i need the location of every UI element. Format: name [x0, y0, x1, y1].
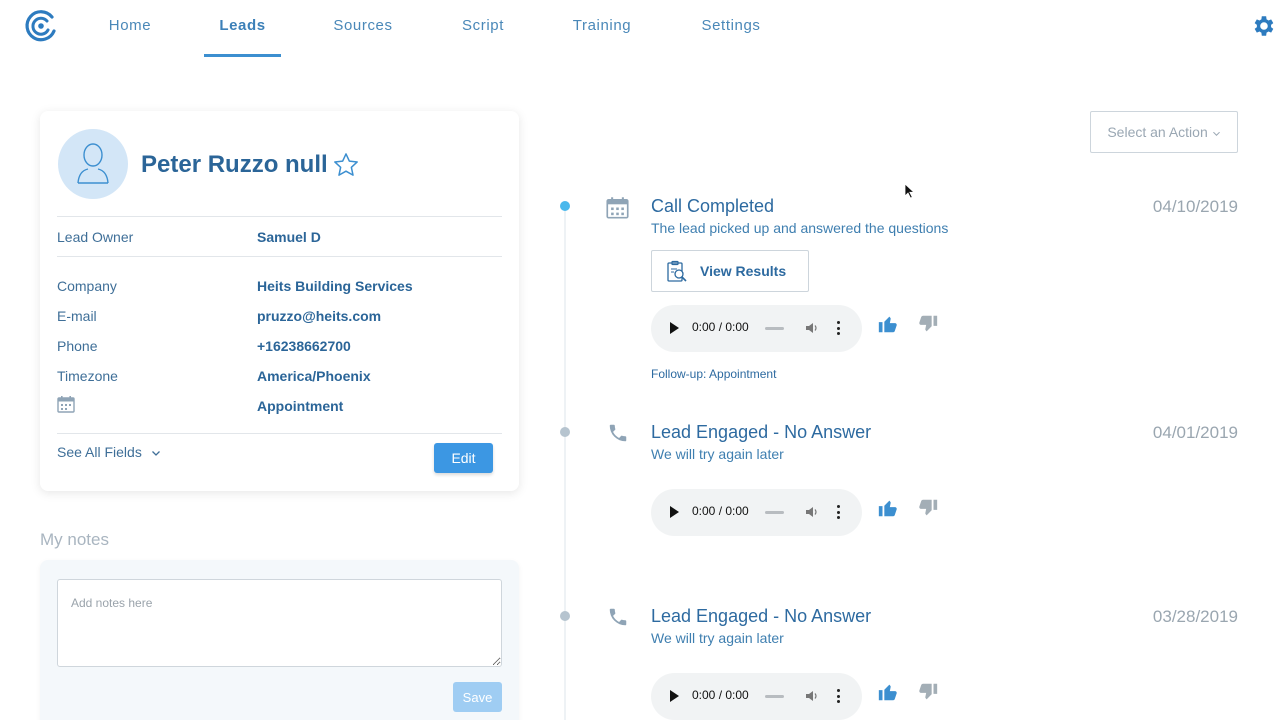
timeline-line — [564, 206, 566, 720]
tab-leads[interactable]: Leads — [204, 0, 281, 58]
timezone-value: America/Phoenix — [257, 368, 371, 384]
see-all-fields-link[interactable]: See All Fields — [57, 444, 161, 460]
thumbs-down-icon[interactable] — [917, 681, 939, 703]
tab-home[interactable]: Home — [100, 0, 160, 58]
email-value[interactable]: pruzzo@heits.com — [257, 308, 381, 324]
see-all-fields-label: See All Fields — [57, 444, 142, 460]
view-results-button[interactable]: View Results — [651, 250, 809, 292]
divider — [57, 256, 502, 257]
avatar — [58, 129, 128, 199]
email-label: E-mail — [57, 308, 97, 324]
phone-icon — [609, 608, 627, 626]
select-action-dropdown[interactable]: Select an Action — [1090, 111, 1238, 153]
star-icon[interactable] — [332, 151, 360, 179]
thumbs-up-icon[interactable] — [877, 313, 899, 335]
event-date: 04/10/2019 — [1152, 197, 1238, 216]
timeline-dot — [560, 611, 570, 621]
select-action-label: Select an Action — [1107, 124, 1208, 140]
lead-card: Peter Ruzzo null Lead Owner Samuel D Com… — [40, 111, 519, 491]
thumbs-up-icon[interactable] — [877, 497, 899, 519]
timezone-label: Timezone — [57, 368, 118, 384]
view-results-label: View Results — [700, 263, 787, 279]
event-date: 04/01/2019 — [1152, 423, 1238, 442]
followup-text: Follow-up: Appointment — [651, 367, 777, 381]
play-icon[interactable] — [670, 690, 679, 702]
audio-player[interactable]: 0:00 / 0:00 — [651, 305, 862, 352]
more-options-icon[interactable] — [837, 321, 841, 338]
more-options-icon[interactable] — [837, 505, 841, 522]
company-label: Company — [57, 278, 117, 294]
volume-icon[interactable] — [804, 320, 820, 336]
divider — [57, 433, 502, 434]
top-nav: Home Leads Sources Script Training Setti… — [0, 0, 1280, 58]
event-date: 03/28/2019 — [1152, 607, 1238, 626]
audio-time: 0:00 / 0:00 — [692, 688, 749, 702]
phone-value[interactable]: +16238662700 — [257, 338, 351, 354]
calendar-icon — [57, 396, 75, 413]
notes-input[interactable] — [57, 579, 502, 667]
lead-owner-value: Samuel D — [257, 229, 321, 245]
event-title: Lead Engaged - No Answer — [651, 422, 872, 442]
thumbs-down-icon[interactable] — [917, 497, 939, 519]
edit-button[interactable]: Edit — [434, 443, 493, 473]
thumbs-up-icon[interactable] — [877, 681, 899, 703]
audio-time: 0:00 / 0:00 — [692, 320, 749, 334]
thumbs-down-icon[interactable] — [917, 313, 939, 335]
notes-title: My notes — [40, 530, 109, 549]
volume-icon[interactable] — [804, 504, 820, 520]
tab-training[interactable]: Training — [566, 0, 638, 58]
more-options-icon[interactable] — [837, 689, 841, 706]
notes-card: Save — [40, 560, 519, 720]
app-logo-icon[interactable] — [24, 9, 58, 43]
calendar-icon — [606, 197, 629, 219]
event-subtitle: We will try again later — [651, 446, 784, 462]
phone-label: Phone — [57, 338, 98, 354]
lead-owner-label: Lead Owner — [57, 229, 134, 245]
audio-progress[interactable] — [765, 511, 784, 514]
tab-settings[interactable]: Settings — [694, 0, 768, 58]
lead-name: Peter Ruzzo null — [141, 151, 328, 178]
audio-progress[interactable] — [765, 327, 784, 330]
audio-player[interactable]: 0:00 / 0:00 — [651, 673, 862, 720]
phone-icon — [609, 424, 627, 442]
event-subtitle: The lead picked up and answered the ques… — [651, 220, 949, 236]
play-icon[interactable] — [670, 506, 679, 518]
clipboard-search-icon — [667, 260, 687, 282]
audio-progress[interactable] — [765, 695, 784, 698]
chevron-down-icon — [1212, 131, 1220, 136]
event-title: Call Completed — [651, 196, 775, 216]
mouse-cursor-icon — [904, 183, 916, 199]
timeline-dot — [560, 427, 570, 437]
company-value: Heits Building Services — [257, 278, 413, 294]
appointment-value: Appointment — [257, 398, 344, 414]
user-icon — [77, 143, 109, 184]
timeline-dot-active — [560, 201, 570, 211]
event-subtitle: We will try again later — [651, 630, 784, 646]
audio-player[interactable]: 0:00 / 0:00 — [651, 489, 862, 536]
tab-script[interactable]: Script — [455, 0, 511, 58]
play-icon[interactable] — [670, 322, 679, 334]
divider — [57, 216, 502, 217]
event-title: Lead Engaged - No Answer — [651, 606, 872, 626]
gear-icon[interactable] — [1250, 13, 1276, 39]
save-button[interactable]: Save — [453, 682, 502, 712]
audio-time: 0:00 / 0:00 — [692, 504, 749, 518]
tab-sources[interactable]: Sources — [327, 0, 399, 58]
chevron-down-icon — [151, 451, 160, 456]
volume-icon[interactable] — [804, 688, 820, 704]
